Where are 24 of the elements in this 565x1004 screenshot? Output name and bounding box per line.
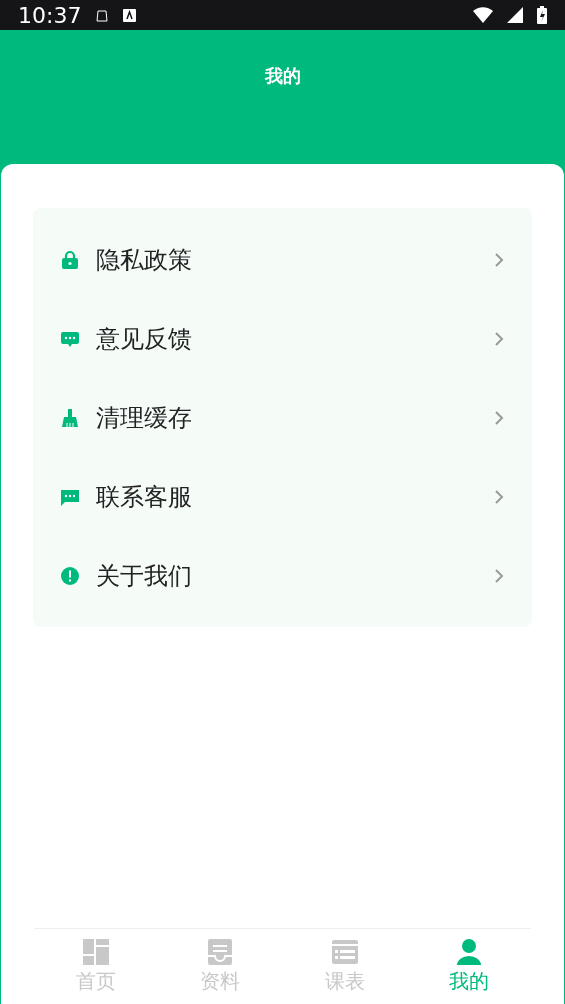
exclamation-icon bbox=[60, 565, 80, 586]
status-time: 10:37 bbox=[18, 2, 82, 28]
menu-item[interactable]: 联系客服 bbox=[33, 457, 532, 536]
chevron-right-icon bbox=[494, 330, 504, 347]
signal-icon bbox=[507, 7, 523, 23]
chevron-right-icon bbox=[494, 488, 504, 505]
keyboard-icon bbox=[123, 8, 137, 22]
menu-item[interactable]: 关于我们 bbox=[33, 536, 532, 615]
menu-item[interactable]: 清理缓存 bbox=[33, 378, 532, 457]
list-window-icon bbox=[330, 938, 359, 966]
menu-item[interactable]: 隐私政策 bbox=[33, 220, 532, 299]
person-icon bbox=[454, 938, 483, 966]
page-title: 我的 bbox=[264, 64, 301, 88]
chevron-right-icon bbox=[494, 409, 504, 426]
lock-icon bbox=[60, 249, 80, 270]
document-tray-icon bbox=[206, 938, 235, 966]
broom-icon bbox=[60, 407, 80, 428]
chevron-right-icon bbox=[494, 567, 504, 584]
menu-item[interactable]: 意见反馈 bbox=[33, 299, 532, 378]
chevron-right-icon bbox=[494, 251, 504, 268]
clipboard-icon bbox=[95, 8, 110, 22]
dashboard-icon bbox=[82, 938, 111, 966]
wifi-icon bbox=[473, 7, 493, 23]
battery-icon bbox=[537, 6, 547, 24]
